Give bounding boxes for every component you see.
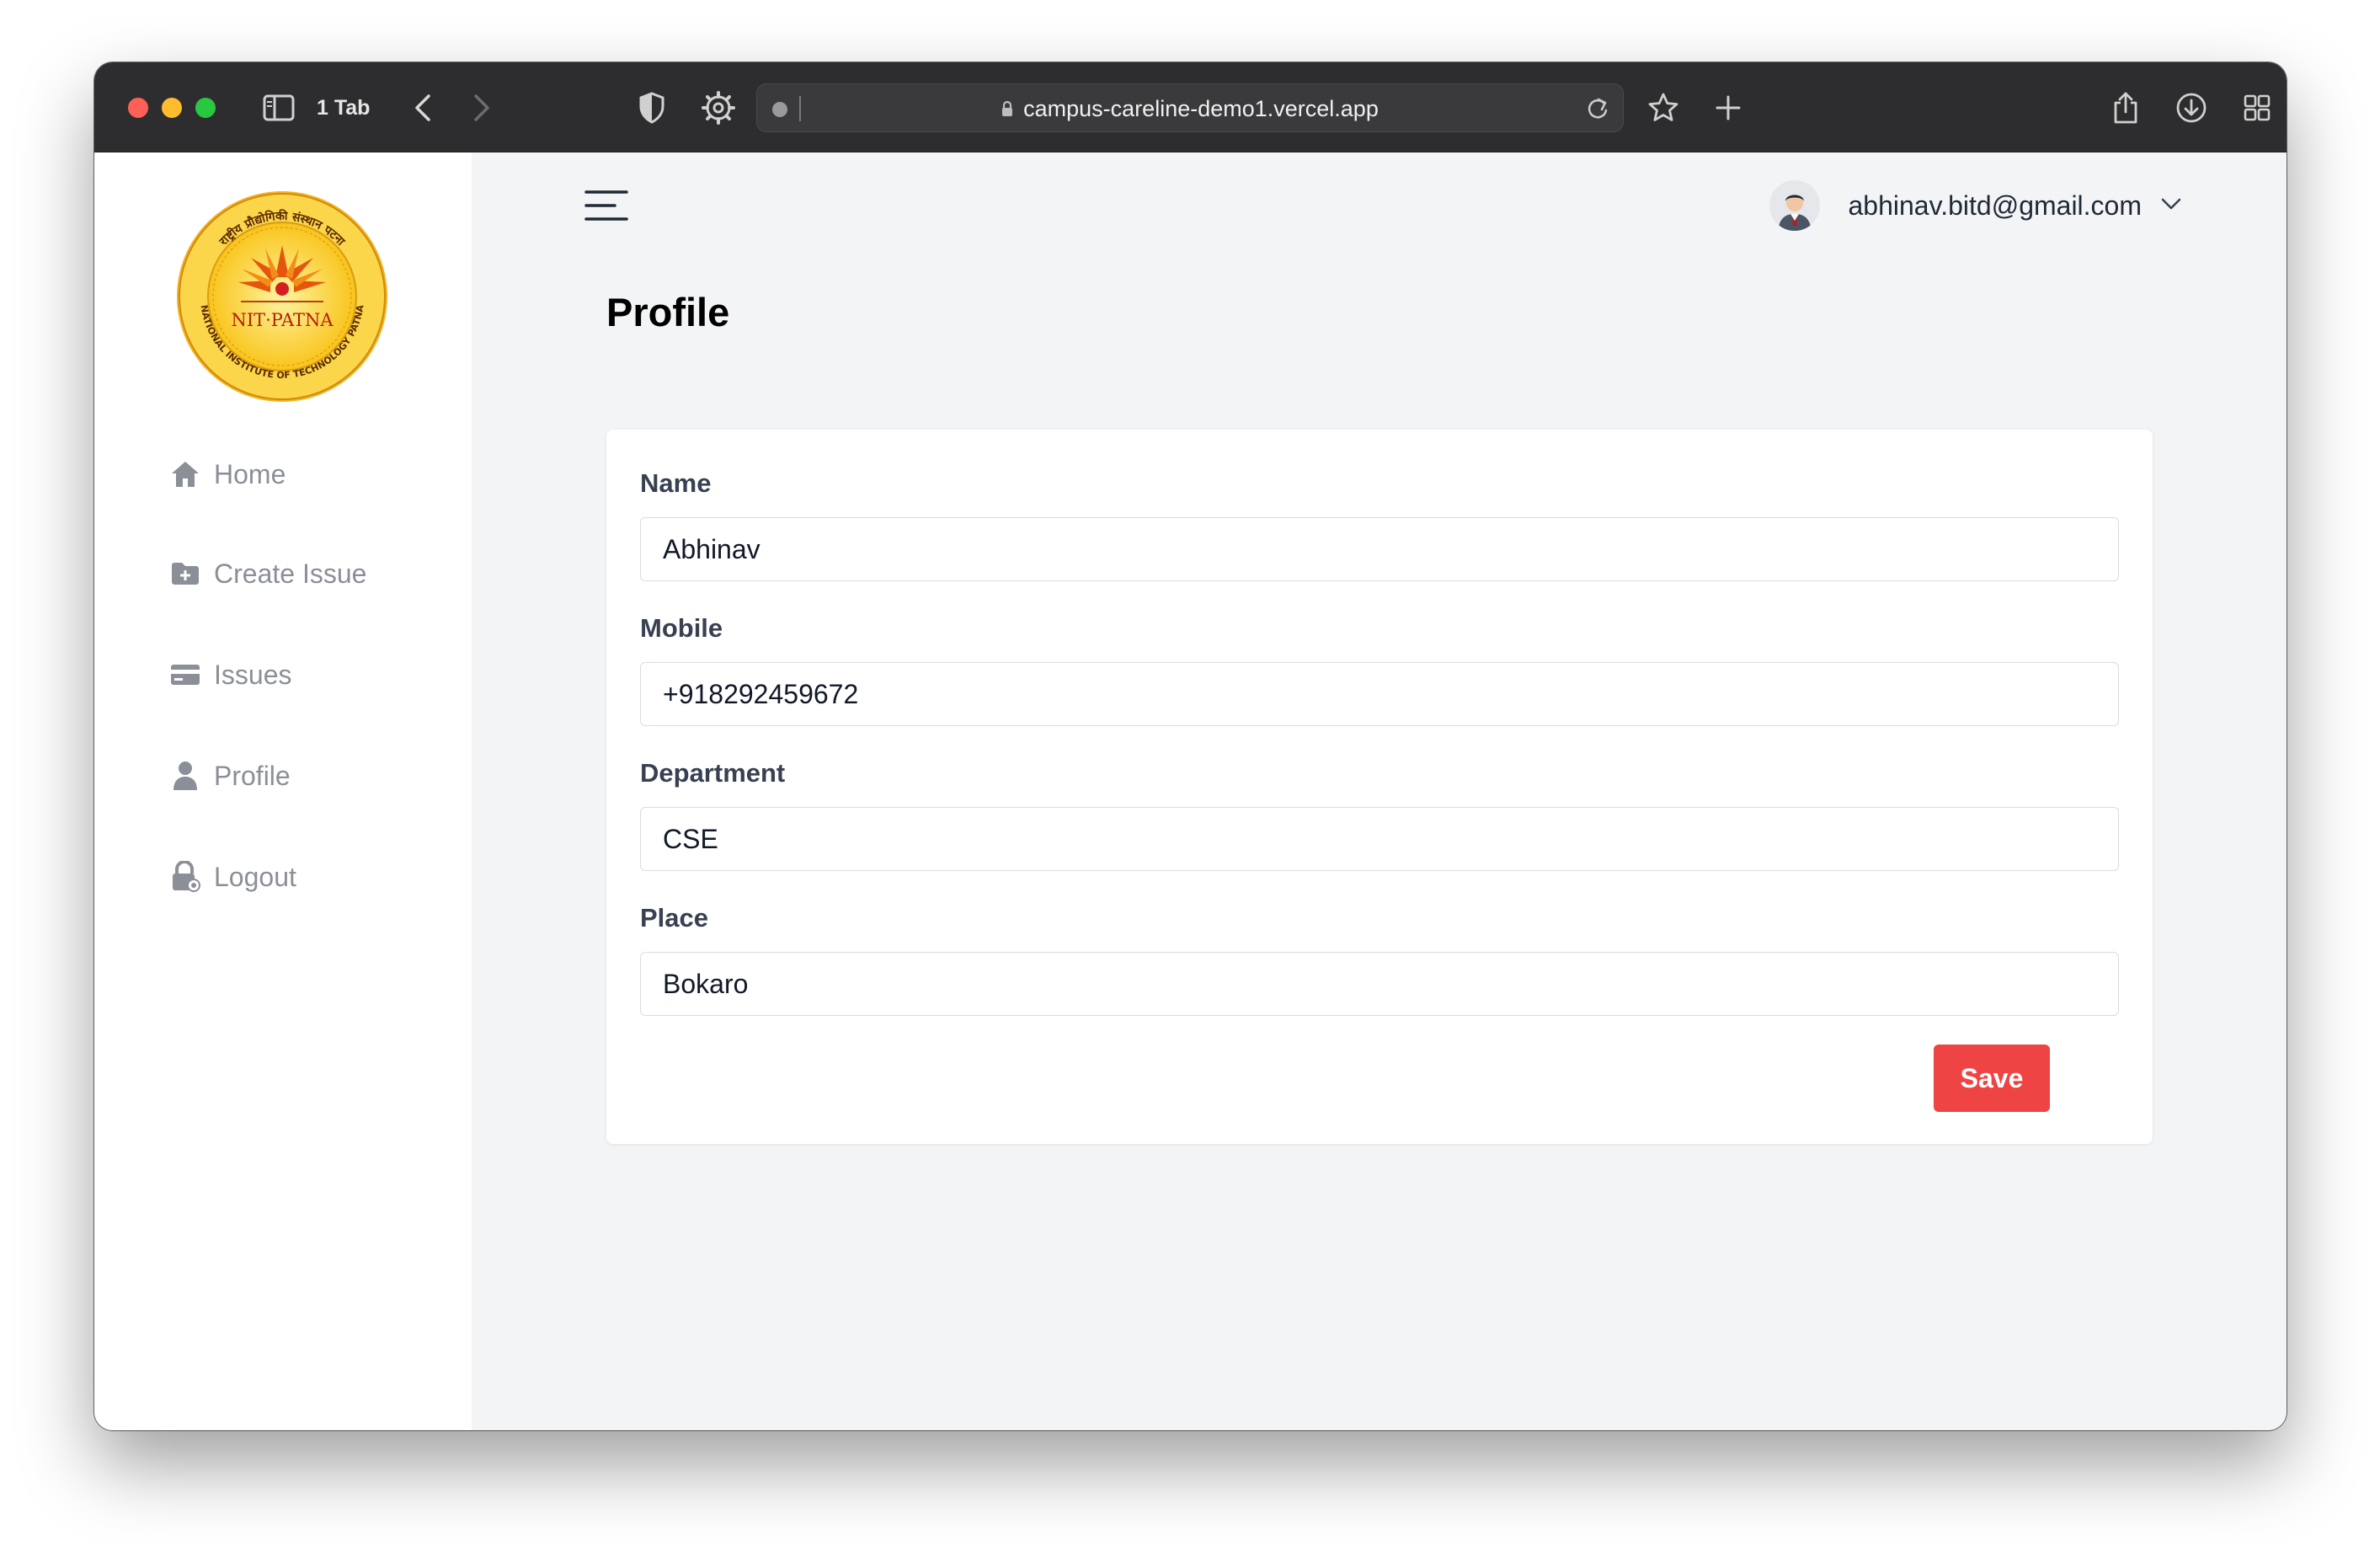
sidebar-item-label: Create Issue — [214, 558, 367, 589]
sidebar-item-label: Issues — [214, 659, 292, 690]
menu-toggle-icon[interactable] — [584, 188, 628, 223]
bookmark-star-icon[interactable] — [1644, 88, 1683, 127]
address-bar[interactable]: campus-careline-demo1.vercel.app — [756, 83, 1624, 132]
sidebar-item-label: Home — [214, 458, 286, 489]
logo-center-text: NIT·PATNA — [231, 310, 334, 330]
extension-gear-icon[interactable] — [699, 88, 738, 127]
forward-icon[interactable] — [465, 88, 499, 127]
folder-plus-icon — [168, 557, 202, 590]
lock-icon — [168, 860, 202, 894]
home-icon — [168, 457, 202, 491]
browser-toolbar: 1 Tab campus-careline-demo1.vercel.app — [94, 62, 2287, 152]
user-menu[interactable]: abhinav.bitd@gmail.com — [1769, 179, 2183, 232]
share-icon[interactable] — [2107, 88, 2144, 127]
tab-count-label[interactable]: 1 Tab — [317, 94, 370, 121]
avatar — [1769, 180, 1820, 231]
tab-overview-icon[interactable] — [2239, 88, 2276, 127]
sidebar-item-logout[interactable]: Logout — [168, 852, 296, 902]
user-icon — [168, 759, 202, 793]
minimize-window-button[interactable] — [162, 98, 182, 118]
mobile-label: Mobile — [640, 613, 723, 643]
url-text: campus-careline-demo1.vercel.app — [1023, 96, 1379, 121]
sidebar-item-label: Profile — [214, 760, 291, 791]
lock-icon — [1002, 100, 1013, 116]
sidebar-item-create-issue[interactable]: Create Issue — [168, 548, 366, 599]
download-icon[interactable] — [2173, 88, 2210, 127]
main-content: abhinav.bitd@gmail.com Profile Name Mobi… — [472, 152, 2287, 1430]
sidebar-item-profile[interactable]: Profile — [168, 751, 291, 801]
back-icon[interactable] — [406, 88, 440, 127]
sidebar-toggle-icon[interactable] — [259, 88, 298, 127]
department-label: Department — [640, 758, 786, 788]
department-field[interactable] — [640, 807, 2119, 871]
name-field[interactable] — [640, 517, 2119, 581]
browser-window: 1 Tab campus-careline-demo1.vercel.app र… — [94, 62, 2287, 1430]
page-title: Profile — [606, 290, 730, 334]
place-field[interactable] — [640, 952, 2119, 1016]
sidebar-item-label: Logout — [214, 861, 296, 892]
close-window-button[interactable] — [128, 98, 148, 118]
user-email: abhinav.bitd@gmail.com — [1848, 190, 2143, 221]
privacy-shield-icon[interactable] — [633, 88, 670, 127]
sidebar: राष्ट्रीय प्रौद्योगिकी संस्थान पटना NATI… — [94, 152, 472, 1430]
sidebar-item-home[interactable]: Home — [168, 449, 285, 500]
new-tab-plus-icon[interactable] — [1710, 88, 1747, 127]
chevron-down-icon — [2160, 197, 2182, 215]
credit-card-icon — [168, 658, 202, 692]
nit-patna-logo[interactable]: राष्ट्रीय प्रौद्योगिकी संस्थान पटना NATI… — [175, 190, 389, 403]
zoom-window-button[interactable] — [195, 98, 216, 118]
save-button[interactable]: Save — [1934, 1045, 2050, 1112]
name-label: Name — [640, 468, 712, 498]
place-label: Place — [640, 903, 709, 932]
reload-icon[interactable] — [1586, 96, 1609, 126]
sidebar-item-issues[interactable]: Issues — [168, 649, 291, 700]
mobile-field[interactable] — [640, 662, 2119, 726]
profile-form-card: Name Mobile Department Place Save — [606, 430, 2153, 1144]
